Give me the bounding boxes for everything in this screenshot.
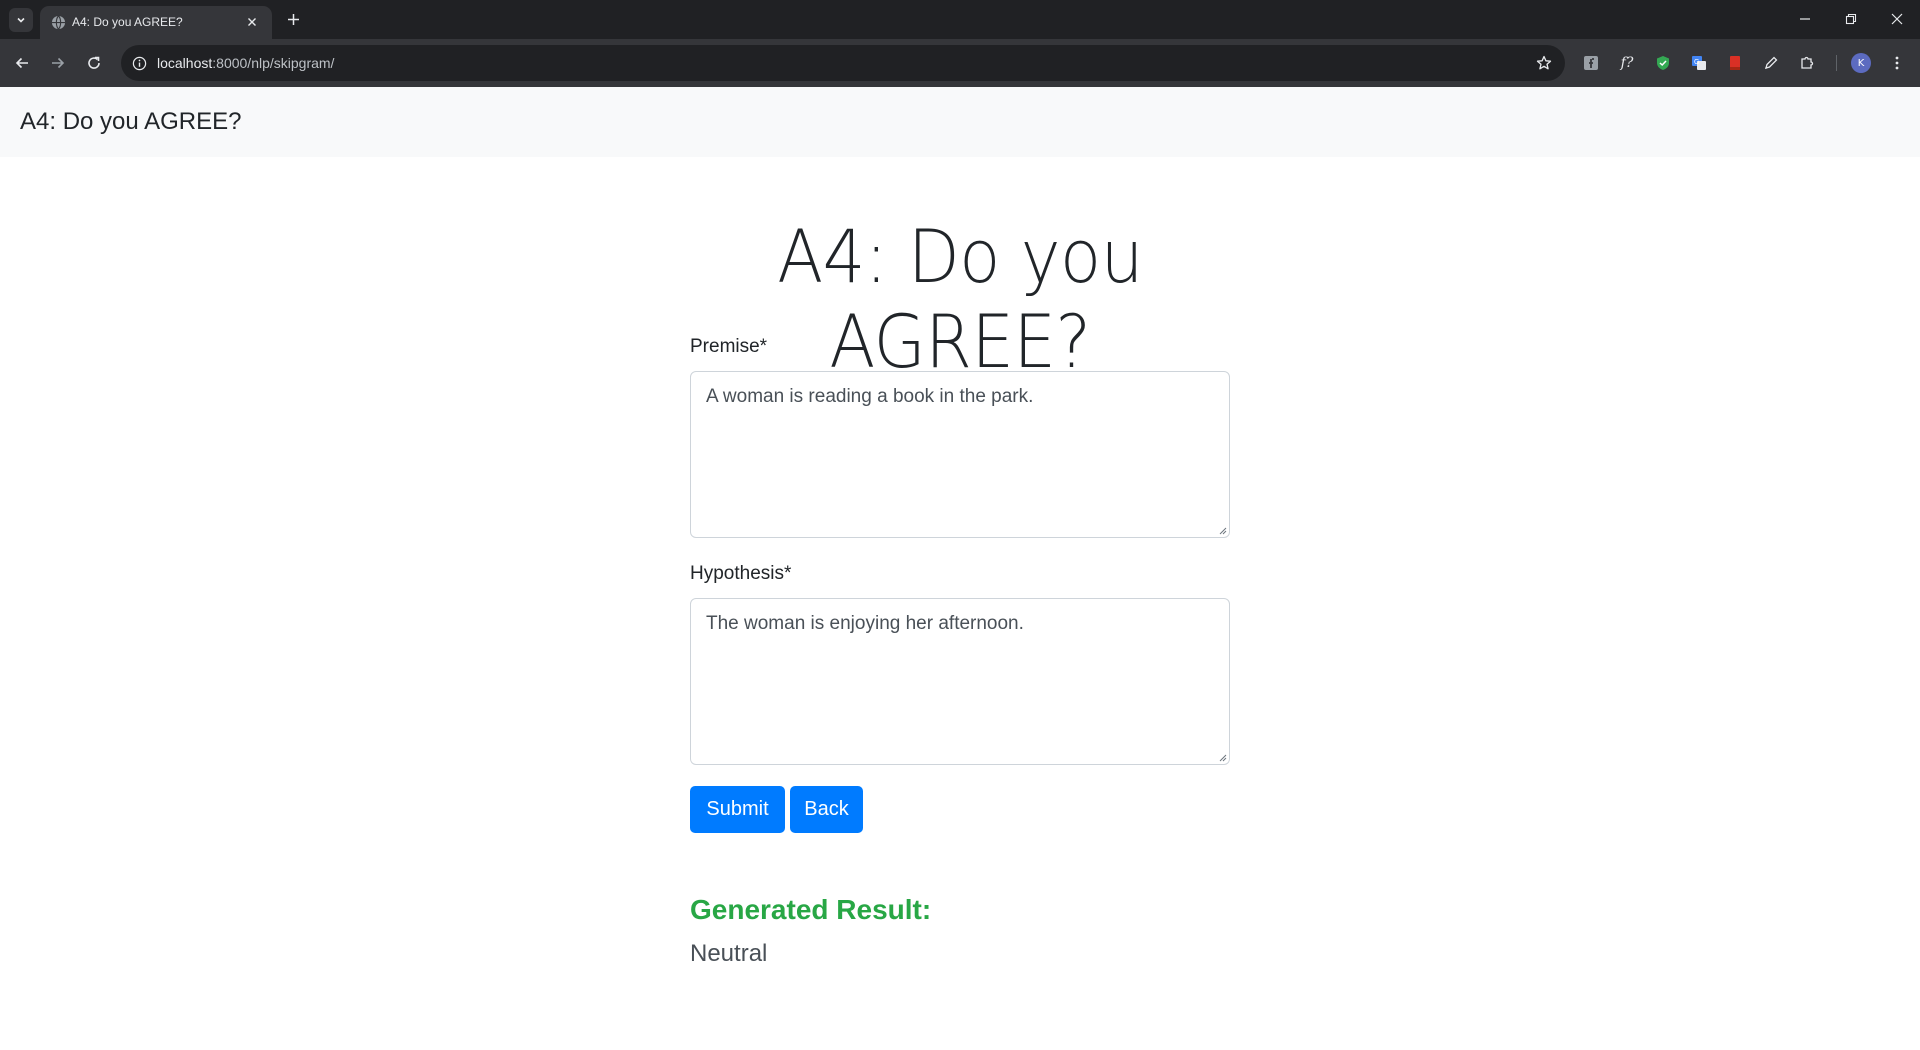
address-bar[interactable]: localhost:8000/nlp/skipgram/ <box>121 45 1565 81</box>
reload-button[interactable] <box>80 49 108 77</box>
extension-button-6[interactable] <box>1760 52 1782 74</box>
hypothesis-textarea[interactable]: The woman is enjoying her afternoon. <box>690 598 1230 765</box>
minimize-icon <box>1800 18 1810 20</box>
premise-textarea[interactable]: A woman is reading a book in the park. <box>690 371 1230 538</box>
restore-button[interactable] <box>1834 6 1868 32</box>
hypothesis-label: Hypothesis* <box>690 563 792 584</box>
browser-toolbar: localhost:8000/nlp/skipgram/ f? G K <box>0 39 1920 87</box>
premise-label: Premise* <box>690 336 768 357</box>
resize-handle-icon[interactable] <box>1217 525 1227 535</box>
bookmark-button[interactable] <box>1533 52 1555 74</box>
pen-icon <box>1765 56 1778 69</box>
restore-icon <box>1845 13 1857 25</box>
result-value: Neutral <box>690 940 768 967</box>
extension-button-5[interactable] <box>1724 52 1746 74</box>
page-title: A4: Do you AGREE? <box>777 215 1143 385</box>
tab-list-button[interactable] <box>9 8 33 32</box>
function-icon: f? <box>1620 55 1634 71</box>
extensions-menu-button[interactable] <box>1796 52 1818 74</box>
globe-icon <box>51 15 66 30</box>
extension-button-4[interactable]: G <box>1688 52 1710 74</box>
translate-icon: G <box>1692 56 1706 70</box>
chevron-down-icon <box>17 17 25 23</box>
tab-close-button[interactable] <box>243 13 261 31</box>
more-vert-icon <box>1895 56 1899 70</box>
minimize-button[interactable] <box>1788 6 1822 32</box>
close-icon <box>248 18 256 26</box>
url-text: localhost:8000/nlp/skipgram/ <box>157 55 334 71</box>
close-window-button[interactable] <box>1880 6 1914 32</box>
shield-icon <box>1657 56 1669 70</box>
browser-tab-active[interactable]: A4: Do you AGREE? <box>40 6 272 39</box>
reload-icon <box>88 56 100 69</box>
extension-button-3[interactable] <box>1652 52 1674 74</box>
svg-text:G: G <box>1694 59 1699 66</box>
close-icon <box>1891 13 1903 25</box>
navbar-brand[interactable]: A4: Do you AGREE? <box>20 108 241 136</box>
browser-tabstrip: A4: Do you AGREE? <box>0 0 1920 39</box>
forward-arrow-icon <box>52 57 65 69</box>
star-icon <box>1536 55 1552 70</box>
bookmark-extension-icon <box>1730 56 1740 70</box>
back-arrow-icon <box>15 57 28 69</box>
back-button-page[interactable]: Back <box>790 786 863 833</box>
site-info-button[interactable] <box>129 53 149 73</box>
extension-button-1[interactable] <box>1580 52 1602 74</box>
puzzle-icon <box>1801 56 1814 69</box>
new-tab-button[interactable] <box>282 8 304 30</box>
premise-value: A woman is reading a book in the park. <box>706 386 1034 407</box>
url-path: :8000/nlp/skipgram/ <box>212 55 335 71</box>
toolbar-divider <box>1836 55 1837 71</box>
url-host: localhost <box>157 55 213 71</box>
extension-button-2[interactable]: f? <box>1616 52 1638 74</box>
extension-icon <box>1584 56 1598 70</box>
page-navbar: A4: Do you AGREE? <box>0 87 1920 157</box>
forward-button[interactable] <box>44 49 72 77</box>
profile-avatar[interactable]: K <box>1851 53 1871 73</box>
hypothesis-value: The woman is enjoying her afternoon. <box>706 613 1024 634</box>
browser-menu-button[interactable] <box>1886 52 1908 74</box>
result-title: Generated Result: <box>690 894 932 925</box>
info-icon <box>132 56 146 70</box>
plus-icon <box>287 13 299 25</box>
submit-button[interactable]: Submit <box>690 786 785 833</box>
back-button[interactable] <box>8 49 36 77</box>
resize-handle-icon[interactable] <box>1217 752 1227 762</box>
tab-title: A4: Do you AGREE? <box>72 15 183 29</box>
